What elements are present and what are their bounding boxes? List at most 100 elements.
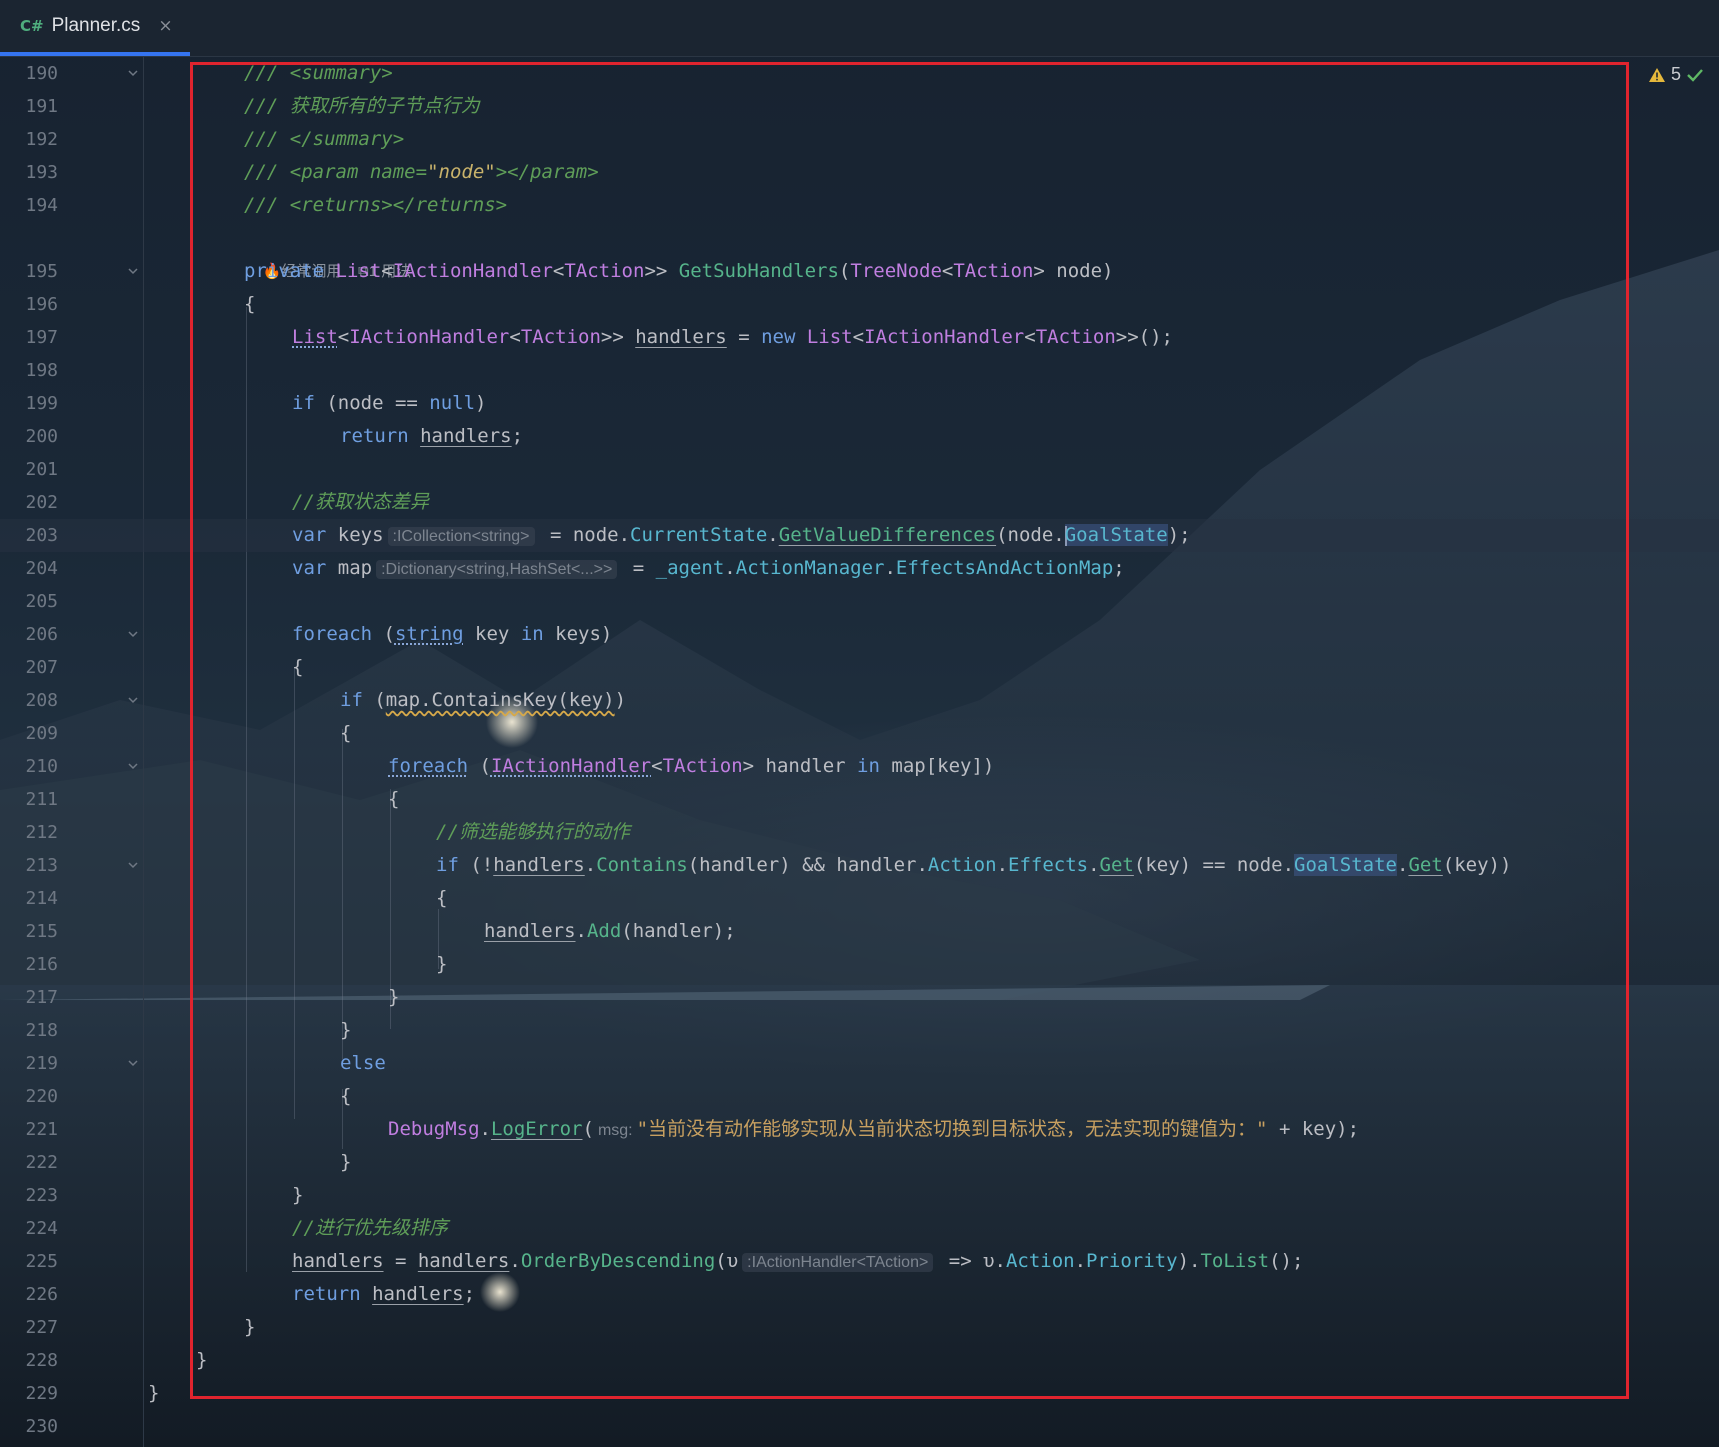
variable: handlers [635, 326, 727, 348]
brace: } [340, 1151, 352, 1173]
type-param: TAction [564, 260, 645, 282]
fold-chevron-icon[interactable] [126, 1056, 140, 1070]
line-number: 222 [25, 1152, 58, 1173]
brace: { [292, 656, 304, 678]
close-icon[interactable]: × [158, 16, 172, 36]
code-line: 208 if (map.ContainsKey(key)) [0, 684, 1719, 717]
string-literal: "当前没有动作能够实现从当前状态切换到目标状态，无法实现的键值为：" [636, 1118, 1268, 1140]
code-editor[interactable]: 190 /// <summary> 191 /// 获取所有的子节点行为 192… [0, 57, 1719, 1447]
line-number: 201 [25, 459, 58, 480]
brace: { [436, 887, 448, 909]
line-number: 199 [25, 393, 58, 414]
type-name: DebugMsg [388, 1118, 480, 1140]
code-line: 228 } [0, 1344, 1719, 1377]
keyword: if [340, 689, 363, 711]
line-number: 204 [25, 558, 58, 579]
variable: map [326, 557, 373, 579]
method-name: LogError [490, 1118, 583, 1140]
code-line: 198 [0, 354, 1719, 387]
punct: ( [468, 755, 491, 777]
punct: (key) == node. [1133, 854, 1295, 876]
fold-chevron-icon[interactable] [126, 627, 140, 641]
line-number: 216 [25, 954, 58, 975]
code-line: 196 { [0, 288, 1719, 321]
keyword: if [436, 854, 459, 876]
punct: >> [644, 260, 679, 282]
keyword: return [340, 425, 409, 447]
line-comment: //筛选能够执行的动作 [436, 821, 630, 843]
code-line: 224 //进行优先级排序 [0, 1212, 1719, 1245]
variable: handlers [417, 1250, 510, 1272]
line-number: 227 [25, 1317, 58, 1338]
method-name: OrderByDescending [520, 1250, 716, 1272]
brace: } [148, 1382, 160, 1404]
keyword: string [394, 623, 464, 645]
line-number: 196 [25, 294, 58, 315]
punct: ( [582, 1118, 594, 1140]
code-line: 190 /// <summary> [0, 57, 1719, 90]
variable: key [463, 623, 521, 645]
inspection-widget[interactable]: 5 [1648, 64, 1704, 85]
keyword: new [761, 326, 796, 348]
code-line: 215 handlers.Add(handler); [0, 915, 1719, 948]
brace: { [340, 722, 352, 744]
code-line: 218 } [0, 1014, 1719, 1047]
type-param: TAction [520, 326, 601, 348]
inlay-type-hint: :Dictionary<string,HashSet<...>> [376, 560, 618, 579]
code-line: 207 { [0, 651, 1719, 684]
keyword: in [857, 755, 880, 777]
code-line: 210 foreach (IActionHandler<TAction> han… [0, 750, 1719, 783]
punct: keys) [543, 623, 613, 645]
code-line: 230 [0, 1410, 1719, 1443]
fold-chevron-icon[interactable] [126, 66, 140, 80]
keyword: foreach [292, 623, 373, 645]
punct: (key)) [1442, 854, 1512, 876]
method-name: GetSubHandlers [678, 260, 839, 282]
line-number: 206 [25, 624, 58, 645]
punct: ( [362, 689, 386, 711]
punct: (handler); [621, 920, 736, 942]
punct: < [509, 326, 521, 348]
punct: ; [511, 425, 524, 447]
code-line: 201 [0, 453, 1719, 486]
brace: { [244, 293, 256, 315]
punct: ) [614, 689, 627, 711]
line-number: 228 [25, 1350, 58, 1371]
punct: map[key]) [879, 755, 995, 777]
punct: . [724, 557, 736, 579]
variable: keys [326, 524, 384, 546]
code-line: 193 /// <param name="node"></param> [0, 156, 1719, 189]
type-name: List [335, 260, 382, 282]
code-line: 211 { [0, 783, 1719, 816]
field: _agent [655, 557, 725, 579]
fold-chevron-icon[interactable] [126, 759, 140, 773]
brace: } [196, 1349, 208, 1371]
punct: > handler [742, 755, 858, 777]
property: EffectsAndActionMap [895, 557, 1114, 579]
line-number: 200 [25, 426, 58, 447]
fold-chevron-icon[interactable] [126, 858, 140, 872]
keyword: else [340, 1052, 386, 1074]
line-number: 226 [25, 1284, 58, 1305]
line-number: 198 [25, 360, 58, 381]
punct: => υ. [937, 1250, 1006, 1272]
csharp-file-icon: C# [20, 17, 44, 35]
code-line: 217 } [0, 981, 1719, 1014]
punct: < [941, 260, 954, 282]
fold-chevron-icon[interactable] [126, 264, 140, 278]
type-param: TAction [953, 260, 1034, 282]
property: Priority [1086, 1250, 1178, 1272]
variable: handlers [420, 425, 512, 447]
code-line: 200 return handlers; [0, 420, 1719, 453]
tab-planner-cs[interactable]: C# Planner.cs × [0, 0, 190, 56]
property: Action [1005, 1250, 1075, 1272]
fold-chevron-icon[interactable] [126, 693, 140, 707]
check-icon [1687, 68, 1703, 82]
punct: . [575, 920, 587, 942]
doc-comment: /// [244, 95, 290, 117]
line-number: 230 [25, 1416, 58, 1437]
punct: (handler) && handler. [687, 854, 928, 876]
method-name: Add [586, 920, 622, 942]
code-line: 220 { [0, 1080, 1719, 1113]
punct: = [621, 557, 656, 579]
